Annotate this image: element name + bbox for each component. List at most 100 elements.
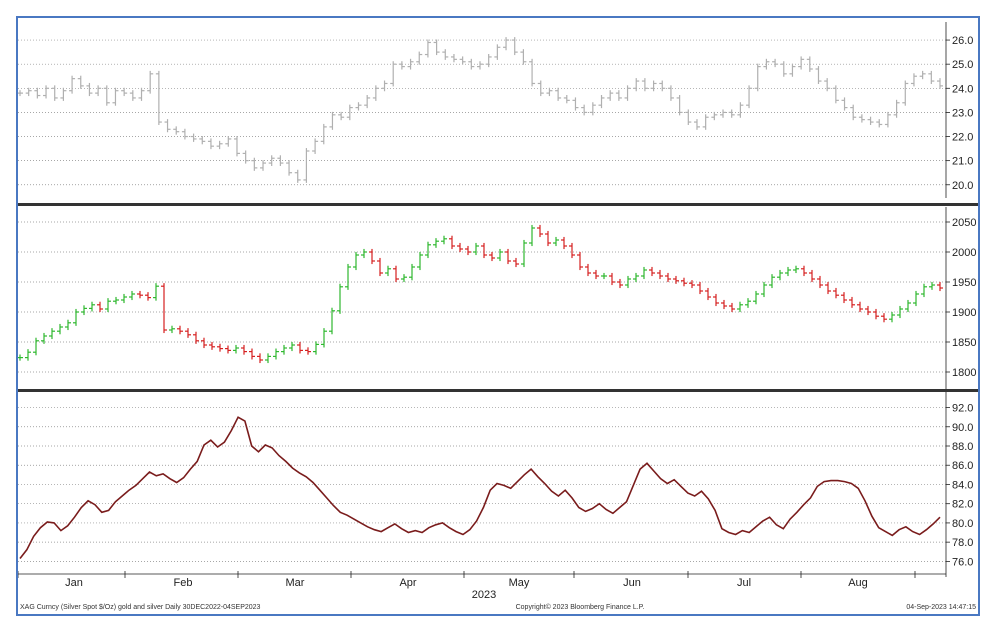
- ohlc-bar: [545, 230, 551, 247]
- ohlc-bar: [801, 265, 807, 277]
- ohlc-bar: [281, 344, 287, 355]
- ohlc-bar: [265, 353, 271, 364]
- ohlc-bar: [858, 114, 865, 123]
- ohlc-bar: [777, 269, 783, 281]
- ohlc-bar: [190, 133, 197, 142]
- ohlc-bar: [69, 75, 76, 94]
- ohlc-bar: [919, 70, 926, 80]
- ohlc-bar: [442, 49, 449, 60]
- ohlc-bar: [798, 56, 805, 70]
- ohlc-bar: [369, 248, 375, 265]
- ohlc-bar: [425, 241, 431, 259]
- ohlc-bar: [129, 290, 135, 301]
- ohlc-bar: [401, 274, 407, 283]
- ohlc-bar: [361, 248, 367, 259]
- ohlc-bar: [17, 90, 23, 97]
- y-tick-label: 84.0: [952, 479, 973, 491]
- panel-gold-silver-ratio: 92.0 90.0 88.0 86.0 84.0 82.0 80.0 78.0 76.0: [18, 390, 973, 577]
- ohlc-bar: [697, 281, 703, 295]
- ohlc-bar: [841, 292, 847, 304]
- ohlc-bar: [503, 37, 510, 51]
- ohlc-bar: [624, 85, 631, 101]
- ohlc-bar: [459, 56, 466, 65]
- ohlc-bar: [928, 70, 935, 85]
- ohlc-bar: [372, 85, 379, 101]
- ohlc-bar: [34, 87, 41, 99]
- ohlc-bar: [737, 102, 744, 118]
- ohlc-bar: [520, 49, 527, 65]
- ohlc-bar: [137, 290, 143, 299]
- y-tick-label: 1800: [952, 367, 976, 379]
- ohlc-bar: [129, 90, 136, 101]
- ohlc-bar: [242, 150, 249, 164]
- ohlc-bar: [147, 70, 154, 94]
- x-tick-label: Jun: [623, 577, 641, 589]
- ohlc-bar: [145, 292, 151, 301]
- y-tick-label: 23.0: [952, 107, 973, 119]
- ohlc-bar: [199, 135, 206, 145]
- ohlc-bar: [889, 311, 895, 323]
- y-tick-label: 1900: [952, 307, 976, 319]
- ohlc-bar: [563, 94, 570, 104]
- ohlc-bar: [241, 344, 247, 355]
- ohlc-bar: [249, 348, 255, 360]
- ohlc-bar: [57, 323, 63, 335]
- footer-right: 04-Sep-2023 14:47:15: [906, 604, 976, 611]
- ohlc-bar: [676, 94, 683, 116]
- ohlc-bar: [667, 85, 674, 101]
- ohlc-bar: [233, 135, 240, 157]
- ohlc-bar: [345, 263, 351, 290]
- ohlc-bar: [43, 85, 50, 99]
- y-tick-label: 22.0: [952, 132, 973, 144]
- ohlc-bar: [857, 301, 863, 313]
- ohlc-bar: [385, 265, 391, 277]
- ohlc-bar: [521, 239, 527, 268]
- ohlc-bar: [65, 319, 71, 331]
- ohlc-bar: [113, 296, 119, 305]
- ohlc-bar: [181, 128, 188, 140]
- y-tick-label: 26.0: [952, 35, 973, 47]
- ohlc-bar: [338, 111, 345, 121]
- ohlc-bar: [577, 251, 583, 271]
- ohlc-bar: [169, 325, 175, 334]
- ohlc-bar: [833, 287, 839, 299]
- ohlc-bar: [720, 109, 727, 118]
- ohlc-bar: [381, 80, 388, 92]
- ohlc-bar: [754, 63, 761, 92]
- y-tick-label: 20.0: [952, 180, 973, 192]
- ohlc-bar: [572, 97, 579, 111]
- ohlc-bar: [273, 348, 279, 360]
- ohlc-bar: [312, 138, 319, 154]
- ohlc-bar: [60, 87, 67, 101]
- ohlc-bar: [494, 44, 501, 60]
- ohlc-bar: [86, 82, 93, 97]
- ohlc-bar: [485, 53, 492, 68]
- ohlc-bar: [728, 109, 735, 118]
- ohlc-bar: [689, 280, 695, 289]
- ohlc-bar: [105, 298, 111, 313]
- ohlc-bar: [659, 80, 666, 92]
- ohlc-bar: [753, 290, 759, 305]
- ohlc-bar: [761, 281, 767, 298]
- ohlc-bar: [849, 296, 855, 308]
- ohlc-bar: [780, 61, 787, 77]
- ohlc-bar: [294, 169, 301, 183]
- ohlc-bar: [457, 242, 463, 253]
- ohlc-bar: [607, 90, 614, 101]
- y-tick-label: 80.0: [952, 518, 973, 530]
- ohlc-bar: [650, 80, 657, 92]
- ohlc-bar: [657, 269, 663, 280]
- y-tick-label: 82.0: [952, 499, 973, 511]
- ohlc-bar: [155, 70, 162, 126]
- ohlc-bar: [257, 353, 263, 364]
- ohlc-bar: [873, 308, 879, 320]
- x-tick-label: Feb: [174, 577, 193, 589]
- ohlc-bar: [721, 299, 727, 310]
- ohlc-bar: [693, 119, 700, 130]
- ohlc-bar: [937, 281, 943, 292]
- ohlc-bar: [825, 281, 831, 295]
- ohlc-bar: [884, 111, 891, 128]
- ohlc-bar: [207, 138, 214, 150]
- chart-canvas: 26.0 25.0 24.0 23.0 22.0 21.0 20.0 2050 2000 195…: [17, 22, 978, 611]
- ohlc-bar: [433, 39, 440, 56]
